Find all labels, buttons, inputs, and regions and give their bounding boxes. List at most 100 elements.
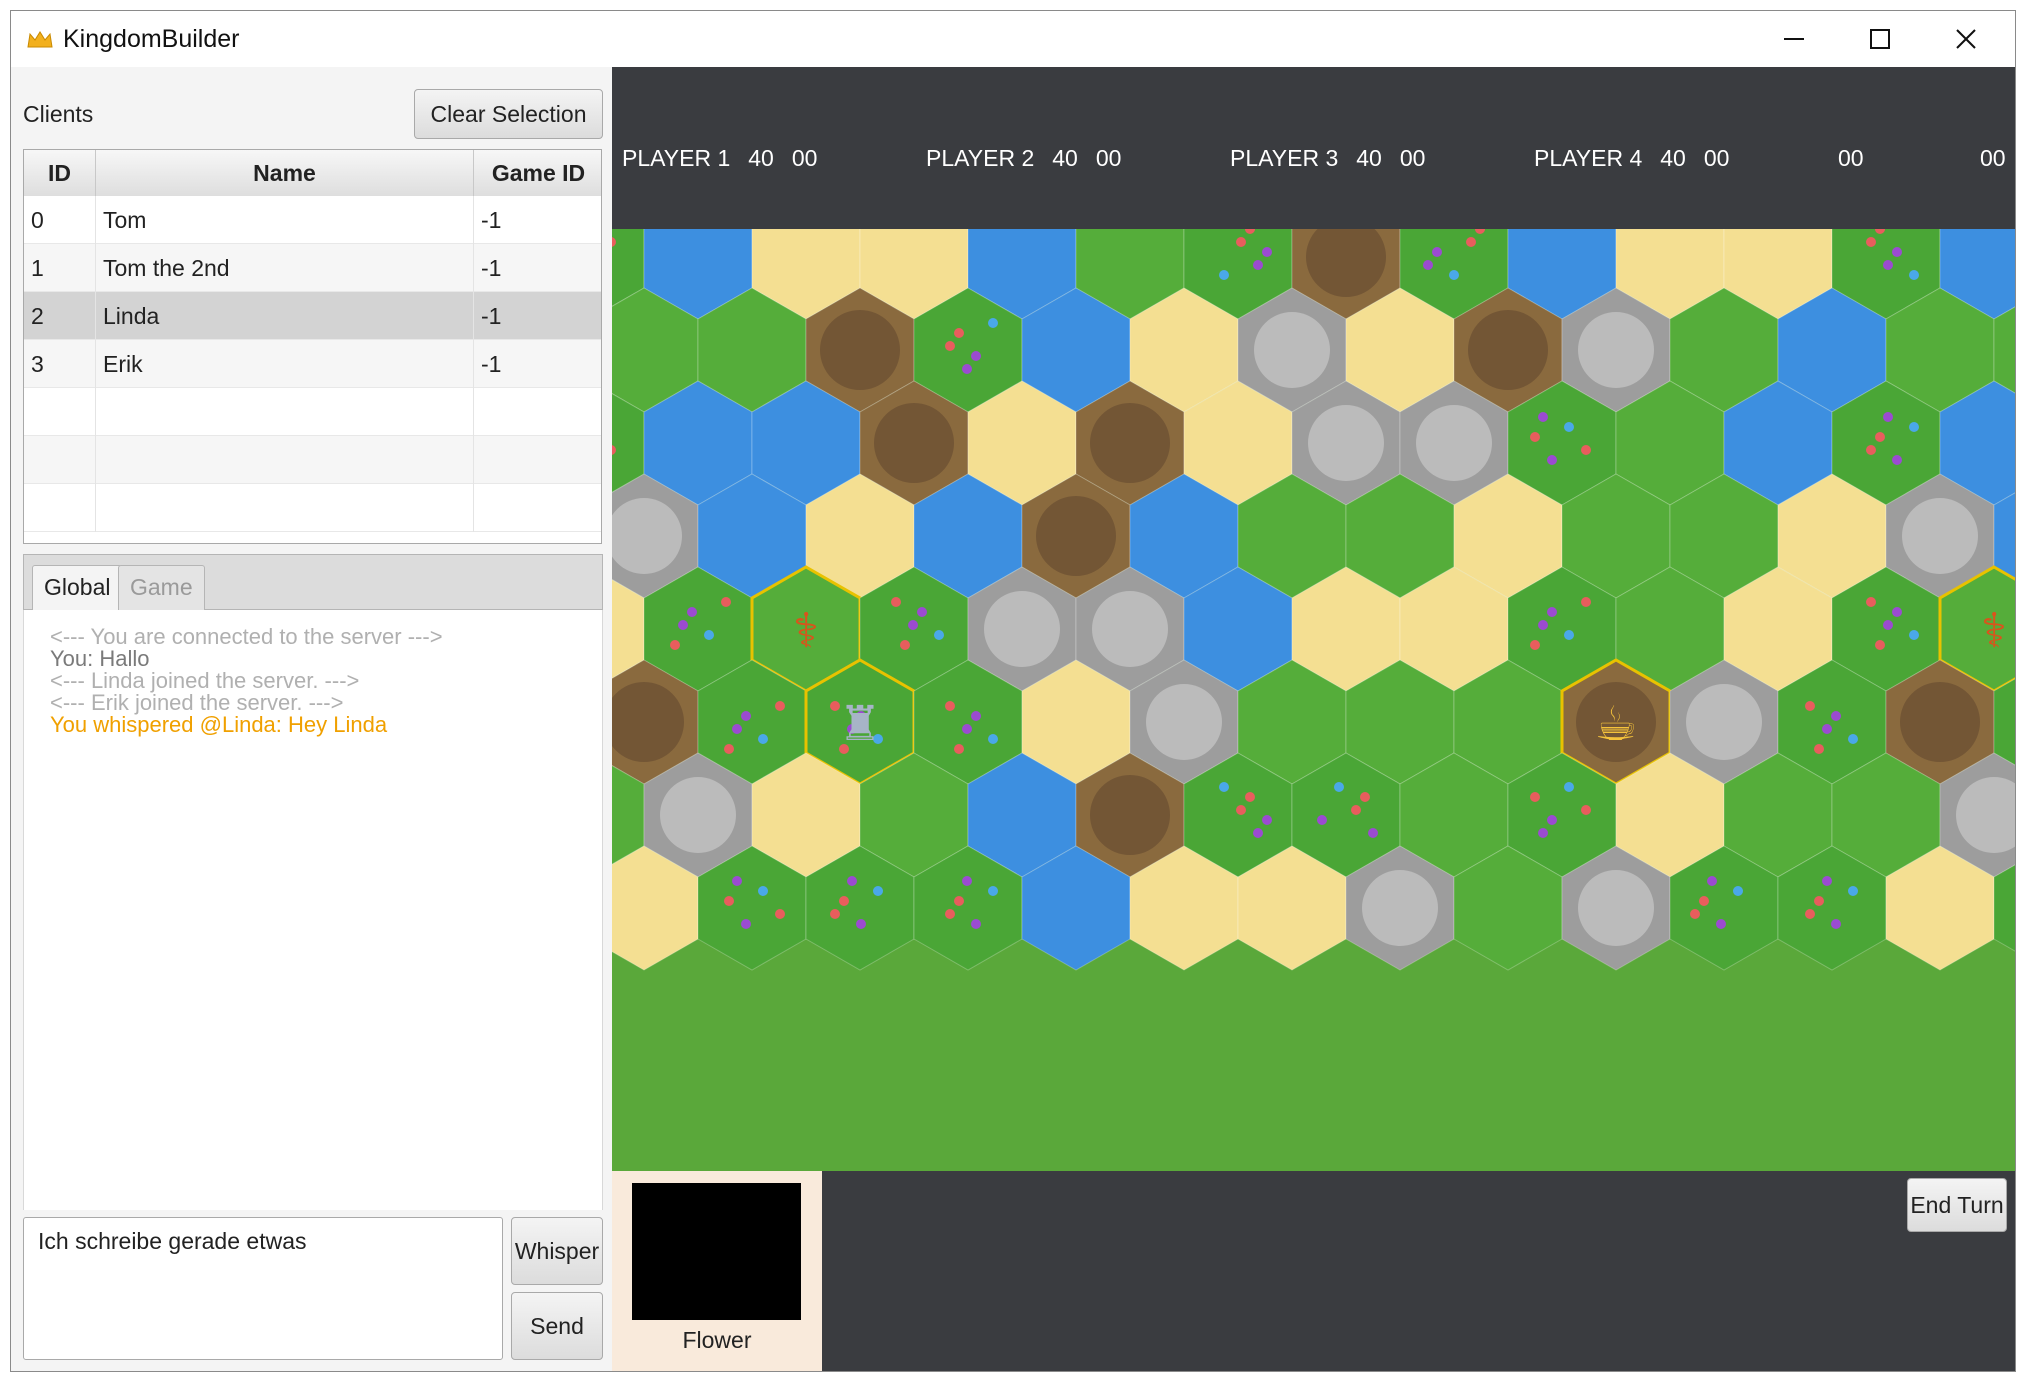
- flower-dot: [988, 734, 998, 744]
- flower-dot: [1262, 247, 1272, 257]
- table-cell: -1: [481, 255, 502, 281]
- flower-dot: [1699, 896, 1709, 906]
- whisper-button[interactable]: Whisper: [511, 1217, 603, 1285]
- canyon-pit: [1900, 682, 1980, 762]
- flower-dot: [1848, 886, 1858, 896]
- flower-dot: [1866, 237, 1876, 247]
- close-button[interactable]: [1923, 11, 2009, 67]
- flower-dot: [1909, 270, 1919, 280]
- chat-message: You whispered @Linda: Hey Linda: [50, 712, 388, 737]
- window-title: KingdomBuilder: [63, 25, 240, 53]
- table-row[interactable]: 3 Erik -1: [24, 340, 601, 388]
- flower-dot: [934, 630, 944, 640]
- flower-dot: [1805, 701, 1815, 711]
- flower-dot: [758, 886, 768, 896]
- player-name: PLAYER 3: [1230, 145, 1339, 171]
- mountain-peak: [1902, 498, 1978, 574]
- table-header: ID Name Game ID: [24, 150, 601, 197]
- scarecrow-icon: ⚕: [793, 603, 819, 659]
- end-turn-button[interactable]: End Turn: [1907, 1178, 2007, 1232]
- game-board[interactable]: ⚕ ⚕ ♜ ☕: [612, 229, 2015, 1171]
- maximize-button[interactable]: [1837, 11, 1923, 67]
- tab-game[interactable]: Game: [118, 565, 205, 610]
- player-points: 00: [1095, 145, 1122, 171]
- flower-dot: [704, 630, 714, 640]
- beer-icon: ☕: [1594, 696, 1637, 752]
- flower-dot: [1538, 620, 1548, 630]
- message-input[interactable]: Ich schreibe gerade etwas: [23, 1217, 503, 1360]
- flower-dot: [971, 351, 981, 361]
- flower-dot: [1530, 640, 1540, 650]
- table-cell: Erik: [96, 340, 474, 388]
- player-score: PLAYER 4 40 00: [1534, 145, 1747, 172]
- player-name: PLAYER 2: [926, 145, 1035, 171]
- flower-dot: [1530, 432, 1540, 442]
- player-points: 00: [1980, 145, 2006, 171]
- table-cell: -1: [481, 351, 502, 377]
- empty-table-row: [24, 388, 601, 436]
- minimize-button[interactable]: [1751, 11, 1837, 67]
- flower-dot: [1564, 782, 1574, 792]
- castle-icon: ♜: [838, 696, 881, 752]
- flower-dot: [1805, 909, 1815, 919]
- table-cell: [474, 436, 601, 484]
- flower-dot: [1814, 744, 1824, 754]
- terrain-card-panel: Flower: [612, 1171, 822, 1371]
- flower-dot: [1892, 607, 1902, 617]
- flower-dot: [1909, 630, 1919, 640]
- flower-dot: [1883, 260, 1893, 270]
- table-cell: [474, 484, 601, 532]
- flower-dot: [962, 876, 972, 886]
- flower-dot: [988, 318, 998, 328]
- send-button[interactable]: Send: [511, 1292, 603, 1360]
- mountain-peak: [1146, 684, 1222, 760]
- flower-dot: [1564, 422, 1574, 432]
- flower-dot: [1245, 792, 1255, 802]
- mountain-peak: [1578, 312, 1654, 388]
- flower-dot: [724, 744, 734, 754]
- flower-dot: [741, 919, 751, 929]
- flower-dot: [1351, 805, 1361, 815]
- clear-selection-button[interactable]: Clear Selection: [414, 89, 603, 139]
- table-cell: [24, 436, 96, 484]
- table-cell: 0: [24, 196, 96, 244]
- mountain-peak: [1416, 405, 1492, 481]
- player-settlements: 40: [1052, 145, 1078, 171]
- column-header-id[interactable]: ID: [24, 150, 96, 196]
- table-cell: 2: [24, 292, 96, 340]
- player-score: 00: [1980, 145, 2015, 172]
- canyon-pit: [1090, 775, 1170, 855]
- flower-dot: [1253, 260, 1263, 270]
- table-cell: -1: [481, 207, 502, 233]
- column-header-name[interactable]: Name: [96, 150, 474, 196]
- mountain-peak: [984, 591, 1060, 667]
- flower-dot: [1581, 805, 1591, 815]
- player-settlements: 40: [1660, 145, 1686, 171]
- terrain-card[interactable]: [632, 1183, 801, 1320]
- app-window: KingdomBuilder Clients Clear Selection I…: [10, 10, 2016, 1372]
- flower-dot: [1530, 792, 1540, 802]
- table-row[interactable]: 2 Linda -1: [24, 292, 601, 340]
- canyon-pit: [1036, 496, 1116, 576]
- scarecrow-icon: ⚕: [1981, 603, 2007, 659]
- flower-dot: [1547, 607, 1557, 617]
- flower-dot: [1716, 919, 1726, 929]
- flower-dot: [917, 607, 927, 617]
- tab-global[interactable]: Global: [32, 565, 123, 610]
- flower-dot: [1883, 620, 1893, 630]
- mountain-peak: [1254, 312, 1330, 388]
- flower-dot: [1564, 630, 1574, 640]
- table-row[interactable]: 0 Tom -1: [24, 196, 601, 244]
- flower-dot: [1831, 711, 1841, 721]
- flower-dot: [1822, 876, 1832, 886]
- maximize-icon: [1870, 29, 1890, 49]
- column-header-game-id[interactable]: Game ID: [474, 150, 601, 196]
- hex-map[interactable]: ⚕ ⚕ ♜ ☕: [612, 229, 2015, 1171]
- flower-dot: [954, 328, 964, 338]
- flower-dot: [954, 896, 964, 906]
- terrain-card-label: Flower: [682, 1327, 752, 1353]
- flower-dot: [988, 886, 998, 896]
- flower-dot: [1360, 792, 1370, 802]
- table-row[interactable]: 1 Tom the 2nd -1: [24, 244, 601, 292]
- flower-dot: [1892, 455, 1902, 465]
